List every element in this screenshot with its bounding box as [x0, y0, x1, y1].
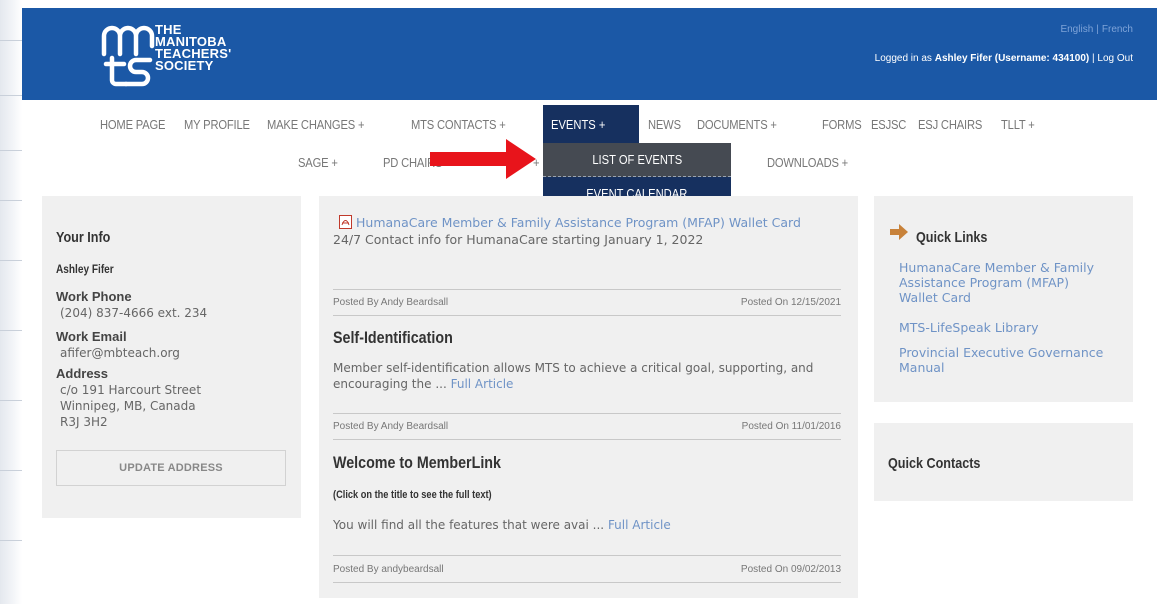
nav-home-page[interactable]: HOME PAGE — [100, 117, 166, 132]
full-article-link[interactable]: Full Article — [451, 377, 514, 391]
logout-link[interactable]: Log Out — [1097, 53, 1133, 64]
nav-tllt[interactable]: TLLT + — [1001, 117, 1035, 132]
article-title-welcome[interactable]: Welcome to MemberLink — [333, 453, 501, 473]
article-excerpt: Member self-identification allows MTS to… — [333, 361, 814, 391]
post-date: Posted On 11/01/2016 — [741, 421, 841, 432]
quick-links-panel: Quick Links HumanaCare Member & Family A… — [874, 196, 1133, 402]
your-info-title: Your Info — [56, 229, 111, 246]
post-date: Posted On 12/15/2021 — [740, 297, 841, 308]
user-name: Ashley Fifer — [56, 262, 114, 276]
quick-link-mfap[interactable]: HumanaCare Member & Family Assistance Pr… — [899, 260, 1109, 305]
work-email-value: afifer@mbteach.org — [60, 346, 180, 360]
nav-make-changes[interactable]: MAKE CHANGES + — [267, 117, 364, 132]
post-author: Posted By andybeardsall — [333, 564, 444, 575]
news-panel: HumanaCare Member & Family Assistance Pr… — [319, 196, 858, 598]
nav-documents[interactable]: DOCUMENTS + — [697, 117, 777, 132]
nav-events[interactable]: EVENTS + — [543, 105, 639, 143]
post-author: Posted By Andy Beardsall — [333, 297, 449, 308]
update-address-button[interactable]: UPDATE ADDRESS — [56, 450, 286, 486]
site-header: THE MANITOBA TEACHERS' SOCIETY English | F… — [22, 8, 1157, 100]
pdf-icon — [339, 215, 352, 229]
nav-news[interactable]: NEWS — [648, 117, 681, 132]
article-subtitle: (Click on the title to see the full text… — [333, 489, 492, 501]
nav-forms[interactable]: FORMS — [822, 117, 862, 132]
nav-my-profile[interactable]: MY PROFILE — [184, 117, 250, 132]
quick-links-title: Quick Links — [916, 229, 988, 246]
mfap-wallet-card-link[interactable]: HumanaCare Member & Family Assistance Pr… — [356, 215, 801, 230]
nav-downloads[interactable]: DOWNLOADS + — [767, 155, 848, 170]
address-line-2: Winnipeg, MB, Canada — [60, 399, 196, 413]
nav-esj-chairs[interactable]: ESJ CHAIRS — [918, 117, 982, 132]
nav-esjsc[interactable]: ESJSC — [871, 117, 906, 132]
arrow-right-icon — [890, 224, 908, 240]
work-phone-value: (204) 837-4666 ext. 234 — [60, 306, 208, 320]
nav-mts-contacts[interactable]: MTS CONTACTS + — [411, 117, 506, 132]
mfap-description: 24/7 Contact info for HumanaCare startin… — [333, 232, 704, 247]
dropdown-list-of-events[interactable]: LIST OF EVENTS — [543, 143, 731, 177]
post-author: Posted By Andy Beardsall — [333, 421, 449, 432]
your-info-panel: Your Info Ashley Fifer Work Phone (204) … — [42, 196, 301, 518]
post-date: Posted On 09/02/2013 — [740, 564, 841, 575]
quick-contacts-title: Quick Contacts — [888, 455, 981, 472]
username: Ashley Fifer (Username: 434100) — [934, 53, 1090, 64]
quick-link-lifespeak[interactable]: MTS-LifeSpeak Library — [899, 320, 1039, 335]
lang-english-link[interactable]: English — [1060, 24, 1093, 35]
window-left-edge — [0, 0, 22, 604]
article-title-self-identification[interactable]: Self-Identification — [333, 328, 453, 348]
logo-wordmark: THE MANITOBA TEACHERS' SOCIETY — [155, 22, 232, 73]
red-arrow-icon — [430, 139, 536, 179]
article-excerpt: You will find all the features that were… — [333, 518, 671, 532]
work-email-label: Work Email — [56, 329, 127, 344]
language-switcher: English | French — [1060, 24, 1133, 35]
quick-link-governance-manual[interactable]: Provincial Executive Governance Manual — [899, 345, 1114, 375]
nav-sage[interactable]: SAGE + — [298, 155, 338, 170]
address-label: Address — [56, 366, 109, 381]
address-line-3: R3J 3H2 — [60, 415, 108, 429]
address-line-1: c/o 191 Harcourt Street — [60, 383, 202, 397]
full-article-link[interactable]: Full Article — [608, 518, 671, 532]
work-phone-label: Work Phone — [56, 289, 132, 304]
lang-french-link[interactable]: French — [1102, 24, 1133, 35]
quick-contacts-panel: Quick Contacts — [874, 423, 1133, 501]
login-status: Logged in as Ashley Fifer (Username: 434… — [874, 53, 1133, 64]
